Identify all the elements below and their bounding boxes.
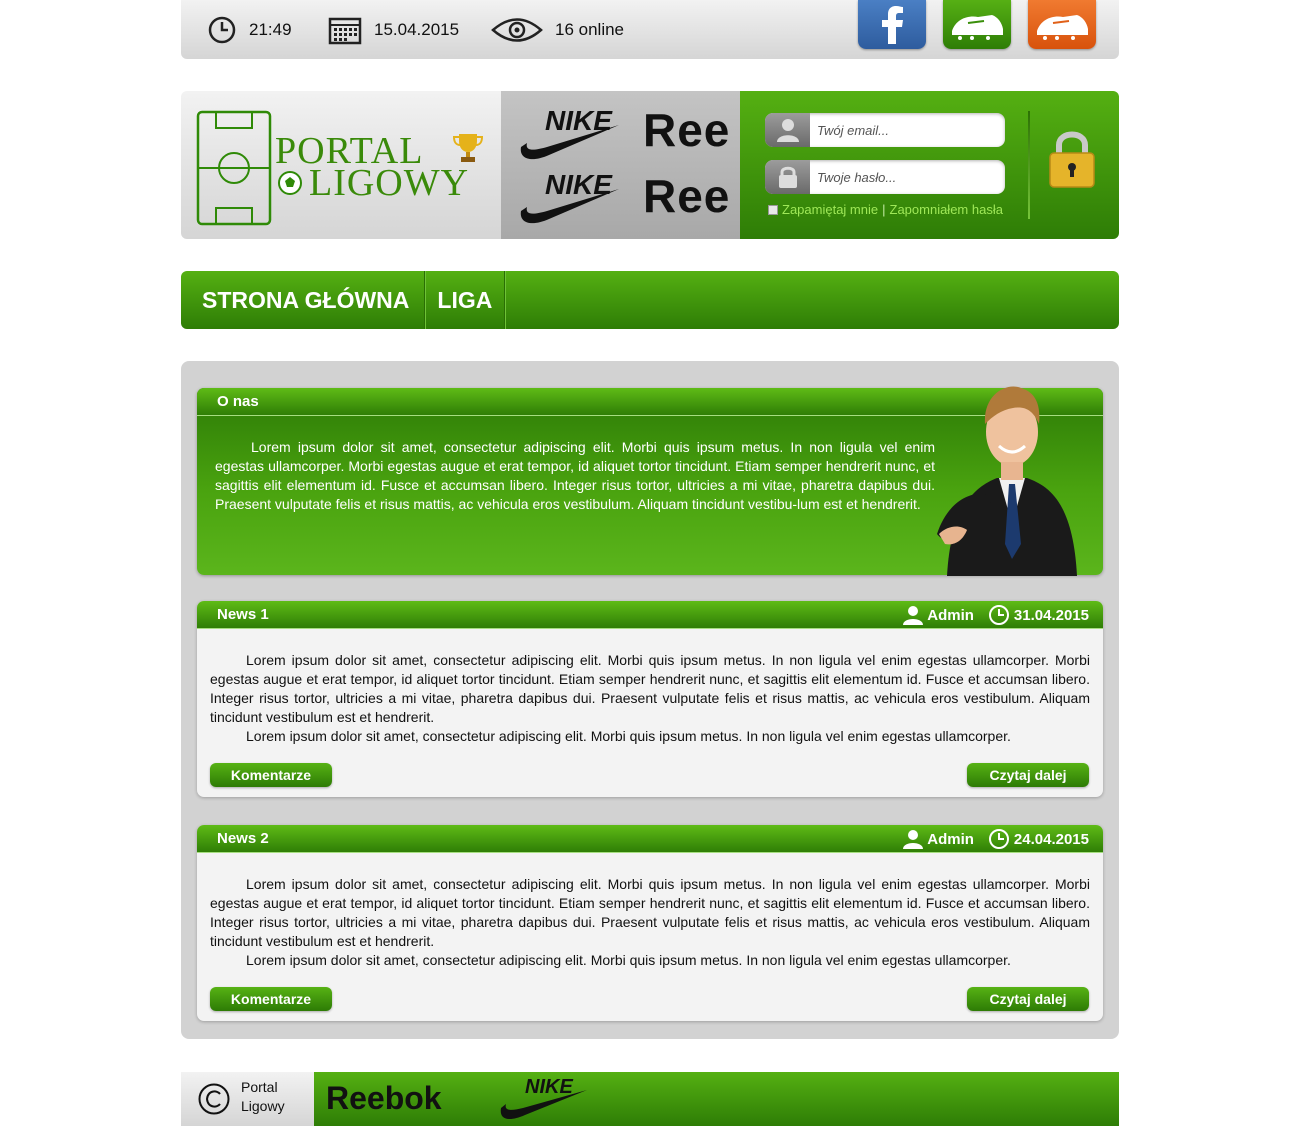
nike-logo[interactable]: NIKE (499, 1076, 589, 1122)
remember-checkbox[interactable] (768, 204, 778, 215)
facebook-icon (882, 5, 903, 44)
news-body: Lorem ipsum dolor sit amet, consectetur … (210, 876, 1090, 968)
reebok-logo: Ree (643, 170, 731, 222)
read-more-button[interactable]: Czytaj dalej (967, 763, 1089, 787)
green-boot-button[interactable] (943, 0, 1011, 49)
current-date: 15.04.2015 (374, 20, 460, 39)
forgot-password-link[interactable]: Zapomniałem hasła (890, 202, 1003, 217)
news-date: 31.04.2015 (988, 604, 1089, 626)
remember-me-link[interactable]: Zapamiętaj mnie (782, 202, 878, 217)
top-bar: 21:49 15.04.2015 16 online (181, 0, 1119, 59)
padlock-small-icon (765, 160, 810, 194)
nike-logo: NIKE (519, 169, 621, 232)
password-input[interactable] (817, 160, 997, 194)
online-widget: 16 online (491, 14, 624, 46)
calendar-icon (328, 17, 362, 45)
content-area: O nas Lorem ipsum dolor sit amet, consec… (181, 361, 1119, 1039)
news-author: Admin (903, 605, 974, 625)
user-icon (903, 606, 924, 625)
reebok-logo[interactable]: Reebok (326, 1080, 442, 1117)
footer-copyright: Portal Ligowy (181, 1072, 314, 1126)
football-boot-icon (1037, 14, 1088, 40)
clock-icon (208, 16, 236, 44)
comments-button[interactable]: Komentarze (210, 987, 332, 1011)
user-icon (903, 830, 924, 849)
news-article: News 1 Admin 31.04.2015 Lorem ipsum dolo… (197, 601, 1103, 797)
copyright-text: Portal Ligowy (241, 1079, 285, 1114)
about-section: O nas Lorem ipsum dolor sit amet, consec… (197, 386, 1103, 576)
clock-widget: 21:49 (207, 14, 292, 46)
online-count: 16 online (555, 20, 625, 39)
copyright-icon (198, 1083, 230, 1115)
reebok-logo: Ree (643, 104, 731, 156)
date-widget: 15.04.2015 (328, 14, 459, 46)
footer-brands: Reebok NIKE (314, 1072, 1119, 1126)
brand-banner: NIKE NIKE Ree Ree (501, 91, 740, 239)
football-ball-icon (278, 171, 302, 195)
login-links: Zapamiętaj mnie | Zapomniałem hasła (768, 202, 1003, 217)
businessman-image (937, 386, 1077, 576)
nike-logo: NIKE (519, 105, 621, 168)
login-panel: Zapamiętaj mnie | Zapomniałem hasła (740, 91, 1119, 239)
eye-icon (491, 18, 543, 42)
current-time: 21:49 (249, 20, 292, 39)
clock-icon (988, 605, 1009, 625)
logo-area[interactable]: PORTAL LIGOWY (181, 91, 501, 239)
news-author: Admin (903, 829, 974, 849)
email-field[interactable] (765, 113, 1005, 147)
clock-icon (988, 829, 1009, 849)
facebook-button[interactable] (858, 0, 926, 49)
about-text: Lorem ipsum dolor sit amet, consectetur … (215, 439, 935, 512)
news-meta: Admin 31.04.2015 (889, 601, 1089, 629)
login-divider (1028, 111, 1030, 219)
nav-item-home[interactable]: STRONA GŁÓWNA (181, 271, 426, 329)
nav-item-league[interactable]: LIGA (425, 271, 506, 329)
main-navigation: STRONA GŁÓWNA LIGA (181, 271, 1119, 329)
news-meta: Admin 24.04.2015 (889, 825, 1089, 853)
password-field[interactable] (765, 160, 1005, 194)
email-input[interactable] (817, 113, 997, 147)
comments-button[interactable]: Komentarze (210, 763, 332, 787)
football-boot-icon (952, 14, 1003, 40)
read-more-button[interactable]: Czytaj dalej (967, 987, 1089, 1011)
user-icon (765, 113, 810, 147)
padlock-login-icon[interactable] (1046, 127, 1098, 191)
orange-boot-button[interactable] (1028, 0, 1096, 49)
logo-text-line2: LIGOWY (309, 162, 470, 204)
link-separator: | (882, 202, 886, 217)
news-body: Lorem ipsum dolor sit amet, consectetur … (210, 652, 1090, 744)
football-pitch-icon (196, 110, 272, 226)
trophy-icon (452, 134, 484, 162)
news-date: 24.04.2015 (988, 828, 1089, 850)
news-article: News 2 Admin 24.04.2015 Lorem ipsum dolo… (197, 825, 1103, 1021)
